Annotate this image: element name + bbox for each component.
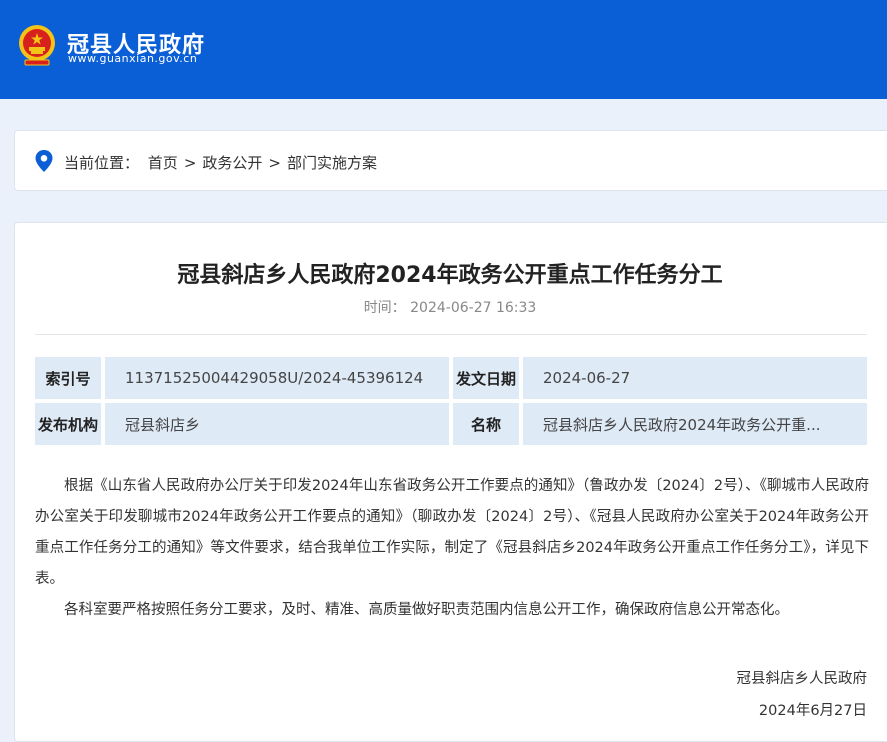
breadcrumb-home[interactable]: 首页 (148, 154, 178, 172)
article-body: 根据《山东省人民政府办公厅关于印发2024年山东省政务公开工作要点的通知》（鲁政… (35, 471, 869, 626)
article-panel: 冠县斜店乡人民政府2024年政务公开重点工作任务分工 时间： 2024-06-2… (14, 222, 887, 742)
article-title: 冠县斜店乡人民政府2024年政务公开重点工作任务分工 (177, 263, 723, 288)
org-value: 冠县斜店乡 (105, 403, 449, 445)
time-value: 2024-06-27 16:33 (410, 300, 537, 316)
site-header: 冠县人民政府 www.guanxian.gov.cn (0, 0, 887, 99)
name-value: 冠县斜店乡人民政府2024年政务公开重... (523, 403, 867, 445)
name-label: 名称 (453, 403, 519, 445)
meta-row: 索引号 11371525004429058U/2024-45396124 发文日… (35, 357, 868, 399)
breadcrumb: 当前位置： 首页 > 政务公开 > 部门实施方案 (14, 130, 887, 191)
breadcrumb-prefix: 当前位置： (64, 154, 140, 172)
article-paragraph: 根据《山东省人民政府办公厅关于印发2024年山东省政务公开工作要点的通知》（鲁政… (35, 478, 869, 587)
org-label: 发布机构 (35, 403, 101, 445)
article-time: 时间： 2024-06-27 16:33 (15, 297, 885, 317)
breadcrumb-gov-affairs[interactable]: 政务公开 (202, 154, 262, 172)
date-label: 发文日期 (453, 357, 519, 399)
index-label: 索引号 (35, 357, 101, 399)
meta-row: 发布机构 冠县斜店乡 名称 冠县斜店乡人民政府2024年政务公开重... (35, 403, 868, 445)
breadcrumb-separator: > (183, 154, 197, 172)
time-label: 时间： (363, 300, 406, 316)
date-value: 2024-06-27 (523, 357, 867, 399)
breadcrumb-dept-plans[interactable]: 部门实施方案 (287, 154, 377, 172)
article-meta-table: 索引号 11371525004429058U/2024-45396124 发文日… (35, 357, 868, 449)
signature-org: 冠县斜店乡人民政府 (736, 671, 868, 687)
national-emblem-icon (19, 25, 55, 66)
breadcrumb-separator: > (268, 154, 281, 172)
title-divider (35, 334, 867, 335)
index-value: 11371525004429058U/2024-45396124 (105, 357, 449, 399)
site-url[interactable]: www.guanxian.gov.cn (68, 52, 197, 65)
breadcrumb-trail: 当前位置： 首页 > 政务公开 > 部门实施方案 (64, 152, 381, 173)
location-pin-icon (35, 150, 53, 172)
article-paragraph: 各科室要严格按照任务分工要求，及时、精准、高质量做好职责范围内信息公开工作，确保… (64, 602, 789, 618)
signature-date: 2024年6月27日 (758, 703, 867, 719)
